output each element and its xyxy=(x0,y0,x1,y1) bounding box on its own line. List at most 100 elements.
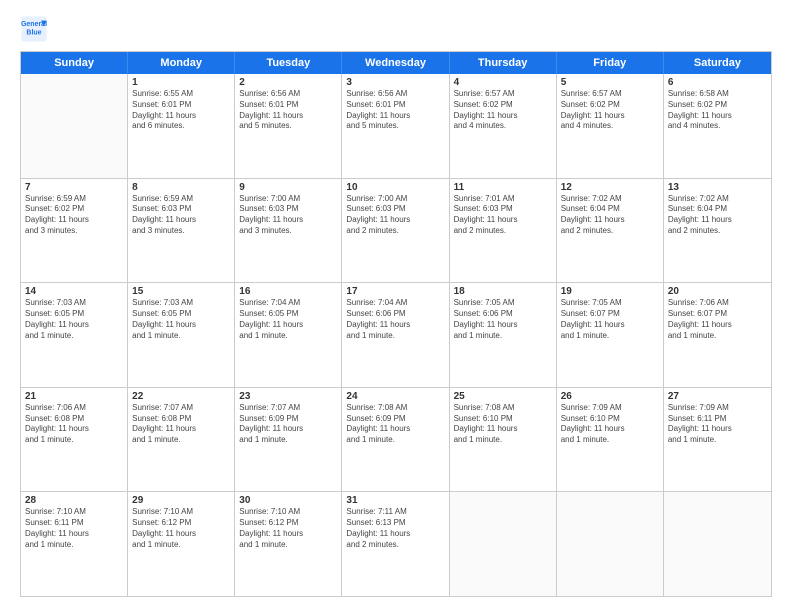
day-number: 18 xyxy=(454,286,552,297)
calendar-cell: 17Sunrise: 7:04 AMSunset: 6:06 PMDayligh… xyxy=(342,283,449,387)
day-number: 23 xyxy=(239,391,337,402)
day-number: 1 xyxy=(132,77,230,88)
cell-info: Sunrise: 7:08 AMSunset: 6:09 PMDaylight:… xyxy=(346,403,444,446)
calendar-cell: 19Sunrise: 7:05 AMSunset: 6:07 PMDayligh… xyxy=(557,283,664,387)
cell-info: Sunrise: 6:57 AMSunset: 6:02 PMDaylight:… xyxy=(561,89,659,132)
day-number: 8 xyxy=(132,182,230,193)
logo: General Blue xyxy=(20,15,52,43)
calendar-cell: 11Sunrise: 7:01 AMSunset: 6:03 PMDayligh… xyxy=(450,179,557,283)
cell-info: Sunrise: 7:00 AMSunset: 6:03 PMDaylight:… xyxy=(239,194,337,237)
day-number: 13 xyxy=(668,182,767,193)
day-number: 17 xyxy=(346,286,444,297)
cell-info: Sunrise: 7:01 AMSunset: 6:03 PMDaylight:… xyxy=(454,194,552,237)
cell-info: Sunrise: 6:59 AMSunset: 6:02 PMDaylight:… xyxy=(25,194,123,237)
day-number: 30 xyxy=(239,495,337,506)
day-number: 27 xyxy=(668,391,767,402)
svg-text:Blue: Blue xyxy=(26,30,41,37)
day-number: 31 xyxy=(346,495,444,506)
day-header-saturday: Saturday xyxy=(664,52,771,74)
calendar-row-5: 28Sunrise: 7:10 AMSunset: 6:11 PMDayligh… xyxy=(21,492,771,596)
calendar-cell: 1Sunrise: 6:55 AMSunset: 6:01 PMDaylight… xyxy=(128,74,235,178)
calendar-cell: 29Sunrise: 7:10 AMSunset: 6:12 PMDayligh… xyxy=(128,492,235,596)
calendar-row-4: 21Sunrise: 7:06 AMSunset: 6:08 PMDayligh… xyxy=(21,388,771,493)
calendar-cell: 18Sunrise: 7:05 AMSunset: 6:06 PMDayligh… xyxy=(450,283,557,387)
day-number: 6 xyxy=(668,77,767,88)
calendar-cell xyxy=(21,74,128,178)
day-number: 16 xyxy=(239,286,337,297)
calendar-cell: 22Sunrise: 7:07 AMSunset: 6:08 PMDayligh… xyxy=(128,388,235,492)
cell-info: Sunrise: 6:58 AMSunset: 6:02 PMDaylight:… xyxy=(668,89,767,132)
cell-info: Sunrise: 6:55 AMSunset: 6:01 PMDaylight:… xyxy=(132,89,230,132)
cell-info: Sunrise: 7:08 AMSunset: 6:10 PMDaylight:… xyxy=(454,403,552,446)
calendar-cell xyxy=(557,492,664,596)
cell-info: Sunrise: 7:05 AMSunset: 6:06 PMDaylight:… xyxy=(454,298,552,341)
day-number: 20 xyxy=(668,286,767,297)
calendar-cell: 31Sunrise: 7:11 AMSunset: 6:13 PMDayligh… xyxy=(342,492,449,596)
calendar-cell: 10Sunrise: 7:00 AMSunset: 6:03 PMDayligh… xyxy=(342,179,449,283)
calendar-cell: 27Sunrise: 7:09 AMSunset: 6:11 PMDayligh… xyxy=(664,388,771,492)
day-number: 15 xyxy=(132,286,230,297)
cell-info: Sunrise: 6:56 AMSunset: 6:01 PMDaylight:… xyxy=(346,89,444,132)
cell-info: Sunrise: 7:03 AMSunset: 6:05 PMDaylight:… xyxy=(25,298,123,341)
cell-info: Sunrise: 7:07 AMSunset: 6:09 PMDaylight:… xyxy=(239,403,337,446)
calendar-cell: 4Sunrise: 6:57 AMSunset: 6:02 PMDaylight… xyxy=(450,74,557,178)
day-number: 3 xyxy=(346,77,444,88)
calendar-cell: 7Sunrise: 6:59 AMSunset: 6:02 PMDaylight… xyxy=(21,179,128,283)
calendar-cell xyxy=(450,492,557,596)
cell-info: Sunrise: 7:06 AMSunset: 6:08 PMDaylight:… xyxy=(25,403,123,446)
cell-info: Sunrise: 7:02 AMSunset: 6:04 PMDaylight:… xyxy=(668,194,767,237)
day-header-thursday: Thursday xyxy=(450,52,557,74)
day-header-monday: Monday xyxy=(128,52,235,74)
calendar: SundayMondayTuesdayWednesdayThursdayFrid… xyxy=(20,51,772,597)
calendar-cell: 20Sunrise: 7:06 AMSunset: 6:07 PMDayligh… xyxy=(664,283,771,387)
calendar-cell: 6Sunrise: 6:58 AMSunset: 6:02 PMDaylight… xyxy=(664,74,771,178)
calendar-cell: 5Sunrise: 6:57 AMSunset: 6:02 PMDaylight… xyxy=(557,74,664,178)
cell-info: Sunrise: 7:10 AMSunset: 6:12 PMDaylight:… xyxy=(132,507,230,550)
day-number: 19 xyxy=(561,286,659,297)
cell-info: Sunrise: 7:10 AMSunset: 6:12 PMDaylight:… xyxy=(239,507,337,550)
day-header-tuesday: Tuesday xyxy=(235,52,342,74)
day-number: 26 xyxy=(561,391,659,402)
calendar-cell: 26Sunrise: 7:09 AMSunset: 6:10 PMDayligh… xyxy=(557,388,664,492)
calendar-cell: 28Sunrise: 7:10 AMSunset: 6:11 PMDayligh… xyxy=(21,492,128,596)
day-number: 25 xyxy=(454,391,552,402)
cell-info: Sunrise: 7:04 AMSunset: 6:06 PMDaylight:… xyxy=(346,298,444,341)
cell-info: Sunrise: 7:06 AMSunset: 6:07 PMDaylight:… xyxy=(668,298,767,341)
cell-info: Sunrise: 7:02 AMSunset: 6:04 PMDaylight:… xyxy=(561,194,659,237)
calendar-cell: 21Sunrise: 7:06 AMSunset: 6:08 PMDayligh… xyxy=(21,388,128,492)
cell-info: Sunrise: 6:57 AMSunset: 6:02 PMDaylight:… xyxy=(454,89,552,132)
day-number: 10 xyxy=(346,182,444,193)
calendar-body: 1Sunrise: 6:55 AMSunset: 6:01 PMDaylight… xyxy=(21,74,771,596)
cell-info: Sunrise: 6:56 AMSunset: 6:01 PMDaylight:… xyxy=(239,89,337,132)
cell-info: Sunrise: 6:59 AMSunset: 6:03 PMDaylight:… xyxy=(132,194,230,237)
calendar-cell: 12Sunrise: 7:02 AMSunset: 6:04 PMDayligh… xyxy=(557,179,664,283)
calendar-cell: 3Sunrise: 6:56 AMSunset: 6:01 PMDaylight… xyxy=(342,74,449,178)
calendar-cell: 15Sunrise: 7:03 AMSunset: 6:05 PMDayligh… xyxy=(128,283,235,387)
day-header-sunday: Sunday xyxy=(21,52,128,74)
page: General Blue SundayMondayTuesdayWednesda… xyxy=(0,0,792,612)
cell-info: Sunrise: 7:11 AMSunset: 6:13 PMDaylight:… xyxy=(346,507,444,550)
day-number: 9 xyxy=(239,182,337,193)
calendar-row-1: 1Sunrise: 6:55 AMSunset: 6:01 PMDaylight… xyxy=(21,74,771,179)
calendar-cell: 25Sunrise: 7:08 AMSunset: 6:10 PMDayligh… xyxy=(450,388,557,492)
calendar-cell: 24Sunrise: 7:08 AMSunset: 6:09 PMDayligh… xyxy=(342,388,449,492)
day-header-friday: Friday xyxy=(557,52,664,74)
calendar-cell: 30Sunrise: 7:10 AMSunset: 6:12 PMDayligh… xyxy=(235,492,342,596)
header: General Blue xyxy=(20,15,772,43)
calendar-cell: 8Sunrise: 6:59 AMSunset: 6:03 PMDaylight… xyxy=(128,179,235,283)
calendar-cell: 9Sunrise: 7:00 AMSunset: 6:03 PMDaylight… xyxy=(235,179,342,283)
day-number: 29 xyxy=(132,495,230,506)
day-number: 12 xyxy=(561,182,659,193)
day-number: 22 xyxy=(132,391,230,402)
calendar-cell xyxy=(664,492,771,596)
cell-info: Sunrise: 7:09 AMSunset: 6:10 PMDaylight:… xyxy=(561,403,659,446)
cell-info: Sunrise: 7:00 AMSunset: 6:03 PMDaylight:… xyxy=(346,194,444,237)
calendar-cell: 23Sunrise: 7:07 AMSunset: 6:09 PMDayligh… xyxy=(235,388,342,492)
day-number: 11 xyxy=(454,182,552,193)
cell-info: Sunrise: 7:05 AMSunset: 6:07 PMDaylight:… xyxy=(561,298,659,341)
calendar-row-2: 7Sunrise: 6:59 AMSunset: 6:02 PMDaylight… xyxy=(21,179,771,284)
calendar-cell: 2Sunrise: 6:56 AMSunset: 6:01 PMDaylight… xyxy=(235,74,342,178)
day-number: 24 xyxy=(346,391,444,402)
day-number: 4 xyxy=(454,77,552,88)
day-number: 28 xyxy=(25,495,123,506)
